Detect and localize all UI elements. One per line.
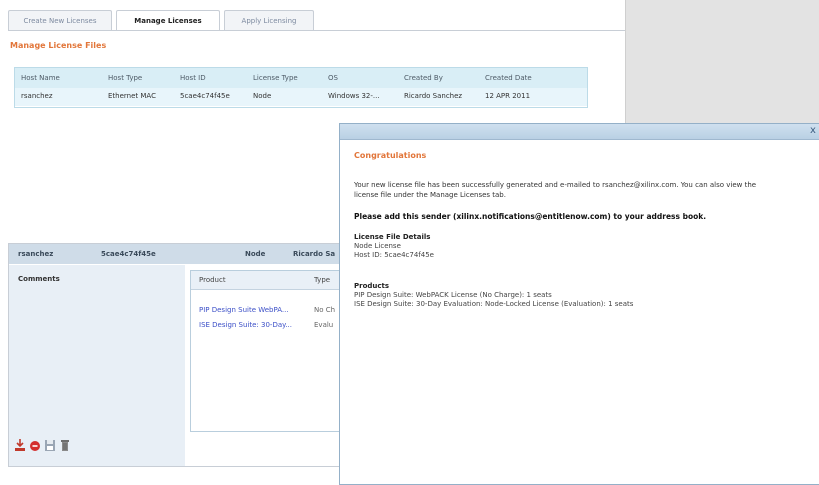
table-cell: Ethernet MAC (108, 92, 156, 100)
table-cell: 5cae4c74f45e (180, 92, 230, 100)
column-header[interactable]: Host ID (180, 74, 206, 82)
column-header[interactable]: Host Type (108, 74, 142, 82)
dialog-heading: Congratulations (354, 151, 427, 160)
add-sender-notice: Please add this sender (xilinx.notificat… (354, 212, 707, 221)
close-icon[interactable]: x (808, 125, 818, 137)
congratulations-dialog: x Congratulations Your new license file … (339, 123, 819, 485)
product-list-header: Product Type (191, 271, 351, 290)
license-detail-line: Host ID: 5cae4c74f45e (354, 251, 434, 259)
license-files-table: Host Name Host Type Host ID License Type… (14, 67, 588, 108)
trash-icon[interactable] (59, 438, 71, 452)
product-line: ISE Design Suite: 30-Day Evaluation: Nod… (354, 300, 634, 308)
column-header[interactable]: OS (328, 74, 338, 82)
table-cell: 12 APR 2011 (485, 92, 531, 100)
dialog-message: Your new license file has been successfu… (354, 181, 757, 199)
download-icon[interactable] (14, 438, 26, 452)
detail-host-id: 5cae4c74f45e (101, 250, 156, 258)
comments-label: Comments (18, 275, 60, 283)
column-header[interactable]: Product (199, 276, 226, 284)
license-detail-panel: rsanchez 5cae4c74f45e Node Ricardo Sa Co… (8, 243, 352, 467)
product-link[interactable]: ISE Design Suite: 30-Day... (199, 321, 307, 329)
detail-created-by: Ricardo Sa (293, 250, 336, 258)
license-detail-line: Node License (354, 242, 401, 250)
table-cell: Windows 32-... (328, 92, 380, 100)
table-row[interactable]: rsanchez Ethernet MAC 5cae4c74f45e Node … (15, 88, 587, 106)
tab-create-new-licenses[interactable]: Create New Licenses (8, 10, 112, 30)
table-cell: Ricardo Sanchez (404, 92, 463, 100)
table-header: Host Name Host Type Host ID License Type… (15, 68, 587, 88)
column-header[interactable]: License Type (253, 74, 298, 82)
column-header[interactable]: Created Date (485, 74, 532, 82)
dialog-titlebar[interactable]: x (340, 124, 819, 140)
tab-underline (8, 30, 625, 31)
table-cell: Node (253, 92, 272, 100)
column-header[interactable]: Type (314, 276, 330, 284)
tab-apply-licensing[interactable]: Apply Licensing (224, 10, 314, 30)
column-header[interactable]: Host Name (21, 74, 60, 82)
dialog-body: Congratulations Your new license file ha… (354, 139, 809, 479)
page-title: Manage License Files (10, 41, 107, 50)
product-list: Product Type PIP Design Suite WebPA... N… (190, 270, 352, 432)
comments-column: Comments (9, 265, 185, 466)
save-icon[interactable] (44, 438, 56, 452)
license-details-title: License File Details (354, 233, 431, 241)
detail-type: Node (245, 250, 266, 258)
product-link[interactable]: PIP Design Suite WebPA... (199, 306, 307, 314)
detail-summary-bar: rsanchez 5cae4c74f45e Node Ricardo Sa (9, 244, 347, 264)
product-line: PIP Design Suite: WebPACK License (No Ch… (354, 291, 552, 299)
tab-manage-licenses[interactable]: Manage Licenses (116, 10, 220, 31)
table-cell: rsanchez (21, 92, 53, 100)
products-title: Products (354, 282, 390, 290)
detail-host: rsanchez (18, 250, 54, 258)
column-header[interactable]: Created By (404, 74, 443, 82)
delete-red-icon[interactable] (29, 438, 41, 452)
